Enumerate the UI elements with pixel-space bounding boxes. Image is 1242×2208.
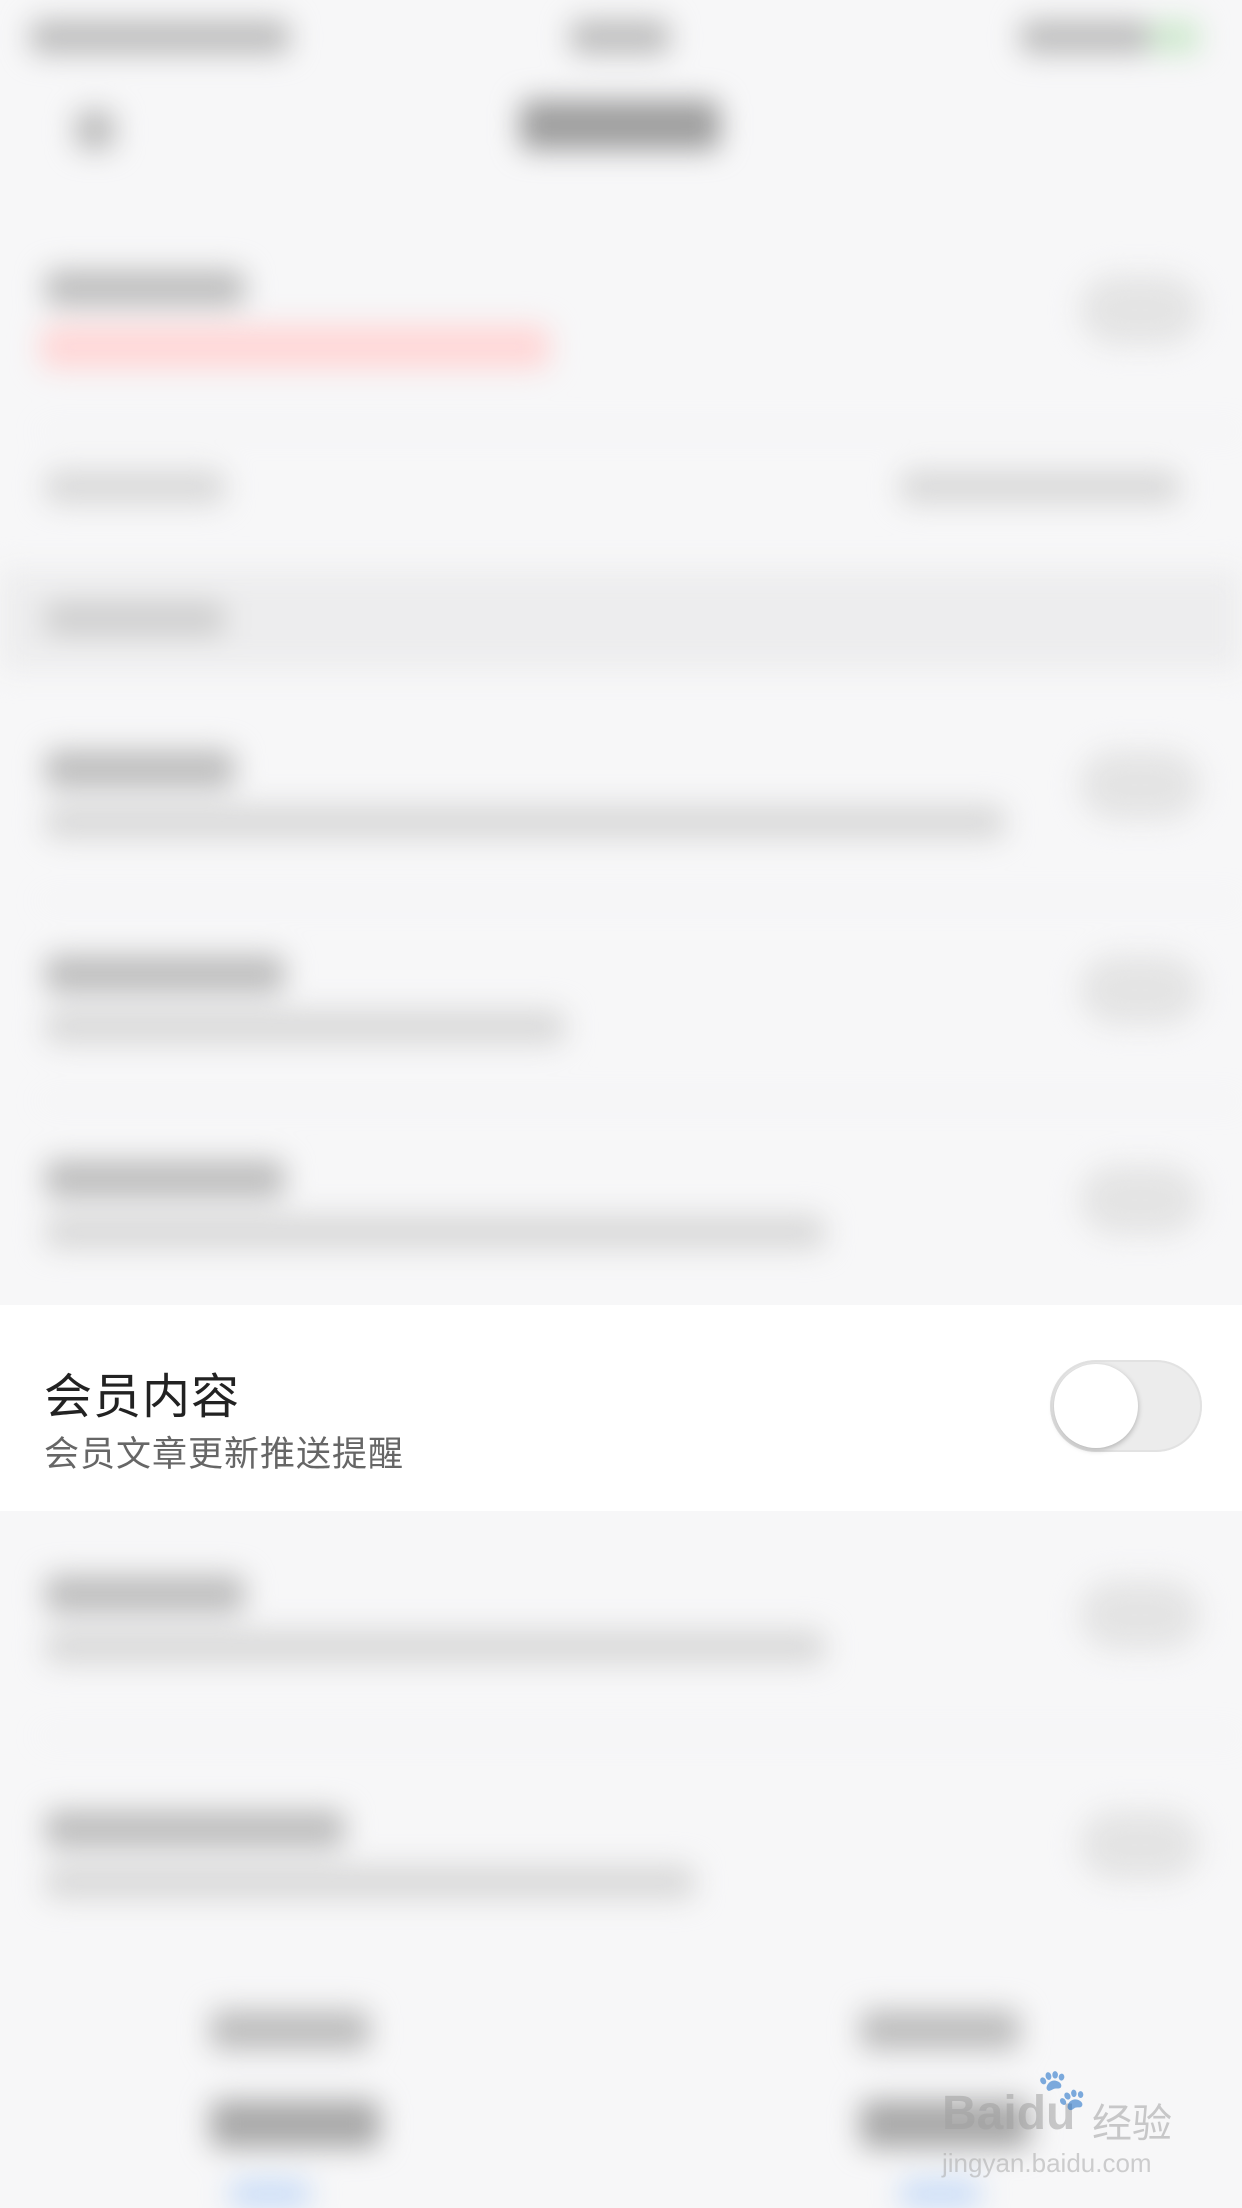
watermark-url: jingyan.baidu.com xyxy=(942,2148,1152,2178)
toggle-knob xyxy=(1054,1364,1138,1448)
row-title-blurred xyxy=(45,470,225,504)
toggle-blurred[interactable] xyxy=(1080,1580,1200,1650)
membership-content-row[interactable]: 会员内容 会员文章更新推送提醒 xyxy=(0,1305,1242,1511)
row-sub-blurred xyxy=(45,1865,695,1899)
back-icon[interactable] xyxy=(75,110,115,150)
membership-content-subtitle: 会员文章更新推送提醒 xyxy=(44,1435,405,1474)
row-sub-blurred xyxy=(45,1630,825,1664)
bottom-item-blurred[interactable] xyxy=(860,2010,1020,2050)
page-title xyxy=(520,100,720,150)
toggle-blurred[interactable] xyxy=(1080,275,1200,345)
row-title-blurred xyxy=(45,1160,285,1198)
membership-content-title: 会员内容 xyxy=(44,1371,241,1424)
bottom-tab-icon[interactable] xyxy=(230,2180,310,2208)
row-title-blurred xyxy=(45,270,245,306)
row-title-blurred xyxy=(45,955,285,993)
membership-content-toggle[interactable] xyxy=(1050,1360,1202,1452)
blurred-settings-background xyxy=(0,0,1242,2208)
row-sub-blurred xyxy=(45,1215,825,1249)
paw-icon: 🐾 xyxy=(1037,2068,1087,2112)
row-sub-blurred xyxy=(45,805,1005,839)
row-warning-blurred xyxy=(40,325,550,369)
toggle-blurred[interactable] xyxy=(1080,1810,1200,1880)
toggle-blurred[interactable] xyxy=(1080,750,1200,820)
row-title-blurred xyxy=(45,1575,245,1613)
status-bar-icons xyxy=(1020,20,1150,54)
bottom-item-blurred[interactable] xyxy=(210,2100,380,2148)
status-bar-time xyxy=(570,20,670,54)
toggle-blurred[interactable] xyxy=(1080,1165,1200,1235)
status-bar-carrier xyxy=(30,20,290,54)
row-title-blurred xyxy=(45,1810,345,1848)
watermark-brand-cn: 经验 xyxy=(1092,2101,1172,2147)
battery-icon xyxy=(1150,20,1200,54)
toggle-blurred[interactable] xyxy=(1080,955,1200,1025)
row-sub-blurred xyxy=(45,1010,565,1044)
baidu-jingyan-watermark: Baidu 🐾 经验 jingyan.baidu.com xyxy=(942,2066,1182,2186)
section-title-blurred xyxy=(45,602,225,636)
row-title-blurred xyxy=(45,750,235,788)
row-value-blurred xyxy=(900,470,1180,504)
bottom-item-blurred[interactable] xyxy=(210,2010,370,2050)
